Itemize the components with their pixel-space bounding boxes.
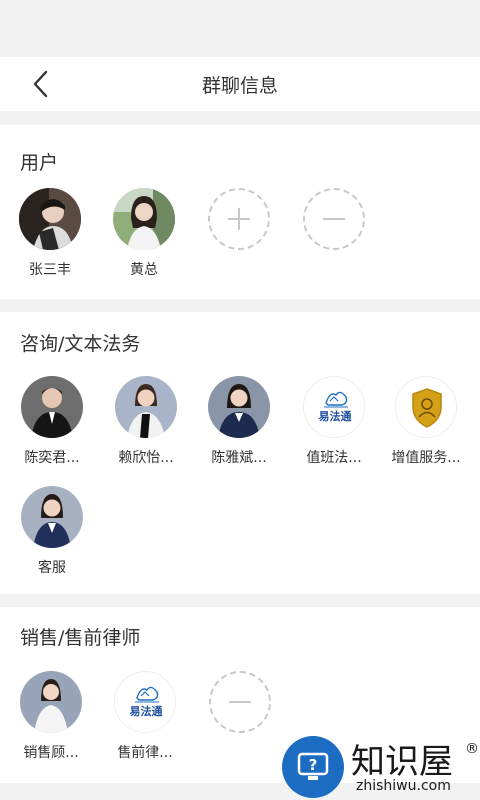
member-name: 黄总 bbox=[130, 262, 158, 278]
member-name: 增值服务... bbox=[391, 450, 461, 466]
member-item[interactable]: 陈雅斌... bbox=[192, 376, 286, 467]
status-bar bbox=[0, 0, 480, 57]
member-name: 陈雅斌... bbox=[211, 450, 267, 466]
avatar bbox=[21, 376, 83, 438]
avatar: 易法通 bbox=[114, 671, 176, 733]
member-item[interactable]: 黄总 bbox=[97, 188, 191, 279]
minus-icon bbox=[229, 701, 251, 703]
member-name: 陈奕君... bbox=[24, 450, 80, 466]
member-item[interactable]: 客服 bbox=[5, 486, 99, 577]
yifatong-logo: 易法通 bbox=[319, 391, 352, 423]
member-item[interactable]: 易法通 值班法... bbox=[287, 376, 381, 467]
yifatong-logo: 易法通 bbox=[130, 686, 163, 718]
member-name: 张三丰 bbox=[29, 262, 71, 278]
section-title-consult: 咨询/文本法务 bbox=[20, 333, 141, 355]
avatar bbox=[20, 671, 82, 733]
section-title-users: 用户 bbox=[20, 152, 59, 174]
member-item[interactable]: 易法通 售前律... bbox=[98, 671, 192, 762]
member-name: 客服 bbox=[38, 560, 66, 576]
member-item[interactable]: 销售顾... bbox=[4, 671, 98, 762]
svg-text:易法通: 易法通 bbox=[319, 409, 352, 423]
svg-text:?: ? bbox=[309, 756, 318, 774]
avatar bbox=[395, 376, 457, 438]
member-item[interactable]: 增值服务... bbox=[379, 376, 473, 467]
remove-member-button[interactable] bbox=[209, 671, 271, 733]
page-title: 群聊信息 bbox=[201, 75, 278, 97]
member-name: 值班法... bbox=[306, 450, 362, 466]
remove-member-button[interactable] bbox=[303, 188, 365, 250]
watermark-reg: ® bbox=[465, 741, 479, 757]
consult-section: 咨询/文本法务 陈奕君... 赖欣怡... 陈雅斌... 易法通 值班法... … bbox=[0, 312, 480, 594]
member-item[interactable]: 赖欣怡... bbox=[99, 376, 193, 467]
users-section: 用户 张三丰 黄总 bbox=[0, 125, 480, 299]
avatar bbox=[113, 188, 175, 250]
avatar: 易法通 bbox=[303, 376, 365, 438]
plus-icon bbox=[228, 208, 250, 230]
avatar bbox=[208, 376, 270, 438]
member-name: 销售顾... bbox=[23, 745, 79, 761]
svg-text:易法通: 易法通 bbox=[130, 704, 163, 718]
watermark: ? 知识屋 ® zhishiwu.com bbox=[278, 728, 480, 800]
shield-icon bbox=[412, 388, 442, 428]
avatar bbox=[21, 486, 83, 548]
minus-icon bbox=[323, 218, 345, 220]
add-member-button[interactable] bbox=[208, 188, 270, 250]
watermark-brand: 知识屋 bbox=[351, 742, 453, 782]
section-title-sales: 销售/售前律师 bbox=[20, 627, 141, 649]
avatar bbox=[115, 376, 177, 438]
member-name: 售前律... bbox=[117, 745, 173, 761]
watermark-url: zhishiwu.com bbox=[356, 778, 451, 794]
member-name: 赖欣怡... bbox=[118, 450, 174, 466]
member-item[interactable]: 陈奕君... bbox=[5, 376, 99, 467]
avatar bbox=[19, 188, 81, 250]
nav-bar: 群聊信息 bbox=[0, 57, 480, 111]
member-item[interactable]: 张三丰 bbox=[3, 188, 97, 279]
